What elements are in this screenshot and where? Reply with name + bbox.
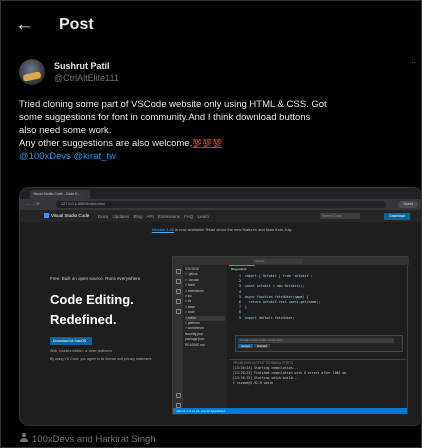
hero-other-platforms: Web, Insiders edition, or other platform… bbox=[50, 349, 112, 353]
browser-nav-icons: ← → ⟳ bbox=[26, 201, 40, 206]
social-context-text: 100xDevs and Harkirat Singh bbox=[32, 434, 156, 445]
files-icon bbox=[175, 269, 181, 274]
tweet-text-line: some suggestions for font in community.A… bbox=[19, 112, 311, 123]
editor-preview: vscode VSCODE > .github > .vscode > build > … bbox=[172, 256, 409, 415]
tweet-text: Tried cloning some part of VSCode websit… bbox=[19, 98, 421, 163]
code-line: 9 export default fetchUser; bbox=[239, 315, 295, 320]
site-nav: Visual Studio Code Docs Updates Blog API… bbox=[20, 210, 421, 222]
terminal-panel: PROBLEMS OUTPUT TERMINAL PORTS [13:26:24… bbox=[229, 359, 407, 407]
site-logo: Visual Studio Code bbox=[44, 213, 89, 218]
hero-heading-1: Code Editing. bbox=[50, 292, 134, 307]
person-icon bbox=[19, 433, 28, 443]
terminal-line: > vscode@1.92.0 watch bbox=[233, 381, 274, 385]
tweet-mentions[interactable]: @100xDevs @kirat_tw bbox=[19, 150, 421, 163]
vscode-site: Visual Studio Code Docs Updates Blog API… bbox=[20, 210, 421, 425]
copilot-discard-button: Discard bbox=[254, 344, 271, 348]
hundred-emoji: 💯💯💯 bbox=[192, 139, 223, 148]
site-nav-links: Docs Updates Blog API Extensions FAQ Lea… bbox=[98, 213, 210, 219]
site-search: Search Docs bbox=[320, 213, 360, 219]
extensions-icon bbox=[175, 309, 181, 314]
explorer-panel: VSCODE > .github > .vscode > build > extensi… bbox=[183, 265, 227, 415]
editor-titlebar: vscode bbox=[173, 257, 409, 265]
copilot-accept-button: Accept bbox=[238, 344, 254, 348]
hero-license-note: By using VS Code, you agree to its licen… bbox=[50, 357, 153, 361]
post-header: ← Post bbox=[1, 1, 421, 51]
browser-tab: Visual Studio Code - Code E… bbox=[30, 190, 90, 199]
post-page: ← Post Sushrut Patil @CtrlAltElite111 ··… bbox=[0, 0, 422, 448]
account-icon bbox=[175, 393, 181, 398]
hero-download-button: Download for macOS bbox=[50, 337, 92, 345]
site-download-button: Download bbox=[384, 212, 410, 220]
site-announcement: Version 1.92 is now available! Read abou… bbox=[20, 227, 421, 232]
source-control-icon bbox=[175, 289, 181, 294]
search-icon bbox=[175, 279, 181, 284]
hero-heading-2: Redefined. bbox=[50, 312, 117, 327]
tweet-text-span: Any other suggestions are also welcome. bbox=[19, 138, 193, 149]
social-context[interactable]: 100xDevs and Harkirat Singh bbox=[19, 433, 421, 447]
author-name[interactable]: Sushrut Patil bbox=[54, 61, 110, 71]
tweet-text-line: Tried cloning some part of VSCode websit… bbox=[19, 99, 327, 110]
arrow-left-icon[interactable]: ← bbox=[15, 15, 35, 35]
copilot-inline-chat: Create a new button component Accept Dis… bbox=[235, 335, 403, 352]
tweet-author: Sushrut Patil @CtrlAltElite111 bbox=[1, 53, 421, 93]
profile-button: Guest bbox=[398, 201, 418, 208]
copilot-prompt: Create a new button component bbox=[238, 338, 394, 343]
debug-icon bbox=[175, 299, 181, 304]
announcement-text: is now available! Read about the new fea… bbox=[174, 227, 293, 232]
avatar[interactable] bbox=[19, 59, 45, 85]
editor-command-center: vscode bbox=[253, 258, 303, 264]
more-dots-icon[interactable]: ·· bbox=[411, 57, 416, 67]
announcement-link: Version 1.92 bbox=[151, 227, 175, 232]
author-handle[interactable]: @CtrlAltElite111 bbox=[54, 73, 119, 83]
page-title: Post bbox=[59, 16, 94, 33]
tweet-text-line: also need some work. bbox=[19, 125, 112, 136]
editor-statusbar: main 0 ⚠ 0 Ln 21, Col 10 TypeScript bbox=[173, 408, 407, 414]
tweet-media-screenshot[interactable]: Visual Studio Code - Code E… ← → ⟳ 127.0… bbox=[19, 187, 421, 426]
browser-tabbar: Visual Studio Code - Code E… bbox=[20, 188, 421, 199]
hero-tagline: Free. Built on open source. Runs everywh… bbox=[50, 276, 142, 281]
tweet-text-line: Any other suggestions are also welcome.💯… bbox=[19, 137, 421, 150]
explorer-item: README.md bbox=[185, 342, 205, 347]
activity-bar bbox=[173, 265, 183, 415]
url-field: 127.0.0.1:5500/index.html bbox=[56, 201, 386, 208]
